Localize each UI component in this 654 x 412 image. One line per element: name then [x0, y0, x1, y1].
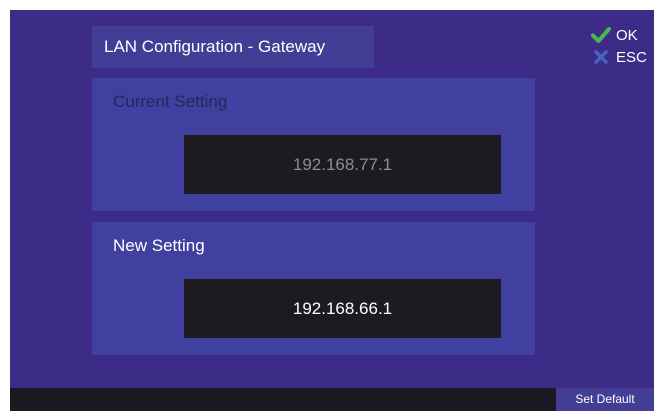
new-setting-panel: New Setting 192.168.66.1 — [92, 222, 535, 355]
current-setting-panel: Current Setting 192.168.77.1 — [92, 78, 535, 211]
current-setting-label: Current Setting — [113, 92, 228, 111]
esc-button[interactable]: ESC — [590, 46, 654, 68]
device-screen: LAN Configuration - Gateway OK ESC Curre… — [10, 10, 654, 411]
esc-label: ESC — [616, 48, 647, 66]
set-default-button[interactable]: Set Default — [556, 388, 654, 411]
action-group: OK ESC — [590, 24, 654, 68]
new-setting-label: New Setting — [113, 236, 205, 255]
x-icon — [590, 47, 612, 67]
checkmark-icon — [590, 25, 612, 45]
ok-label: OK — [616, 26, 638, 44]
current-gateway-value: 192.168.77.1 — [184, 135, 501, 194]
new-gateway-input[interactable]: 192.168.66.1 — [184, 279, 501, 338]
ok-button[interactable]: OK — [590, 24, 654, 46]
page-title: LAN Configuration - Gateway — [92, 26, 374, 68]
